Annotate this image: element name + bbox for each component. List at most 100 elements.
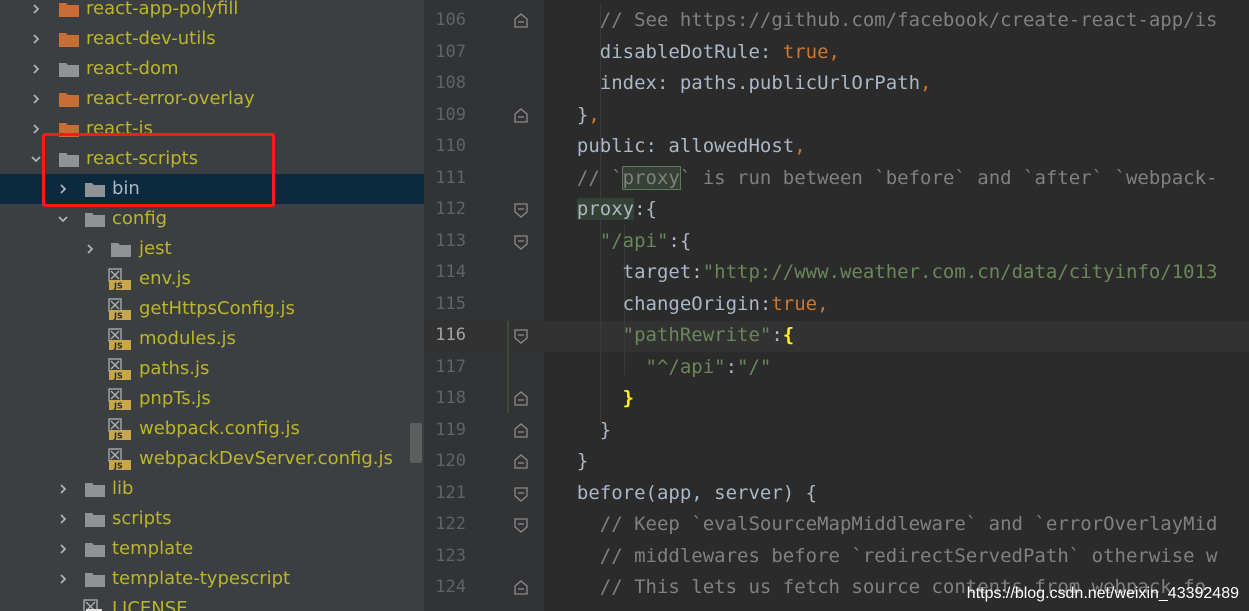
tree-item-lib[interactable]: lib <box>0 474 424 504</box>
code-line: // Keep `evalSourceMapMiddleware` and `e… <box>554 513 1218 535</box>
tree-scrollbar[interactable] <box>410 423 422 463</box>
svg-text:JS: JS <box>113 432 123 441</box>
code-line: // `proxy` is run between `before` and `… <box>554 165 1218 190</box>
tree-item-label: scripts <box>112 508 172 529</box>
tree-item-config[interactable]: config <box>0 204 424 234</box>
tree-item-label: template <box>112 538 194 559</box>
folder-icon <box>58 144 80 174</box>
tree-item-template[interactable]: template <box>0 534 424 564</box>
line-number: 106 <box>435 10 466 30</box>
line-number: 113 <box>435 230 466 251</box>
line-number: 112 <box>435 199 466 219</box>
fold-start-icon[interactable] <box>513 486 529 502</box>
tree-item-bin[interactable]: bin <box>0 174 424 204</box>
code-line: "^/api":"/" <box>554 355 772 378</box>
line-number: 110 <box>435 136 466 156</box>
line-number: 108 <box>435 73 466 93</box>
tree-item-react-dev-utils[interactable]: react-dev-utils <box>0 24 424 54</box>
svg-text:JS: JS <box>113 342 123 351</box>
code-line: before(app, server) { <box>554 481 818 504</box>
fold-end-icon[interactable] <box>513 391 529 407</box>
line-number: 123 <box>435 545 466 566</box>
tree-item-jest[interactable]: jest <box>0 234 424 264</box>
chevron-right-icon[interactable] <box>55 474 71 504</box>
tree-item-label: modules.js <box>139 328 236 349</box>
change-marker <box>507 321 509 413</box>
code-line: changeOrigin:true, <box>554 292 829 315</box>
tree-item-paths-js[interactable]: JS paths.js <box>0 354 424 384</box>
line-number: 115 <box>435 293 466 314</box>
project-tree[interactable]: react-app-polyfill react-dev-utils react-d… <box>0 0 424 611</box>
matched-brace: { <box>782 324 795 346</box>
code-line: // middlewares before `redirectServedPat… <box>554 544 1218 567</box>
chevron-right-icon[interactable] <box>55 534 71 564</box>
chevron-right-icon[interactable] <box>28 0 44 24</box>
chevron-right-icon[interactable] <box>82 234 98 264</box>
tree-item-react-scripts[interactable]: react-scripts <box>0 144 424 174</box>
line-number: 118 <box>435 388 466 408</box>
js-file-icon: JS <box>108 444 132 474</box>
js-file-icon: JS <box>108 324 132 354</box>
chevron-right-icon[interactable] <box>28 114 44 144</box>
fold-start-icon[interactable] <box>513 517 529 533</box>
chevron-down-icon[interactable] <box>55 204 71 234</box>
line-number: 119 <box>435 419 466 440</box>
folder-icon <box>58 114 80 144</box>
tree-item-label: react-app-polyfill <box>86 0 239 19</box>
fold-end-icon[interactable] <box>513 107 529 124</box>
code-line: index: paths.publicUrlOrPath, <box>554 72 932 94</box>
chevron-right-icon[interactable] <box>55 504 71 534</box>
code-line: "pathRewrite":{ <box>554 324 795 346</box>
fold-end-icon[interactable] <box>513 13 529 29</box>
code-line: } <box>554 418 612 441</box>
tree-item-license[interactable]: LICENSE <box>0 594 424 611</box>
tree-item-label: getHttpsConfig.js <box>139 298 295 319</box>
tree-item-webpackdevserver-config-js[interactable]: JS webpackDevServer.config.js <box>0 444 424 474</box>
folder-icon <box>84 564 106 594</box>
folder-icon <box>110 234 132 264</box>
fold-end-icon[interactable] <box>513 454 529 470</box>
tree-item-webpack-config-js[interactable]: JS webpack.config.js <box>0 414 424 444</box>
fold-end-icon[interactable] <box>513 580 529 596</box>
tree-item-template-typescript[interactable]: template-typescript <box>0 564 424 594</box>
line-number: 116 <box>435 325 466 345</box>
svg-text:JS: JS <box>113 282 123 291</box>
tree-item-label: pnpTs.js <box>139 388 211 409</box>
line-number: 120 <box>435 451 466 471</box>
tree-item-gethttpsconfig-js[interactable]: JS getHttpsConfig.js <box>0 294 424 324</box>
watermark-text: https://blog.csdn.net/weixin_43392489 <box>966 585 1239 602</box>
tree-item-react-is[interactable]: react-is <box>0 114 424 144</box>
chevron-right-icon[interactable] <box>28 84 44 114</box>
fold-start-icon[interactable] <box>513 202 529 218</box>
tree-item-scripts[interactable]: scripts <box>0 504 424 534</box>
svg-text:JS: JS <box>113 372 123 381</box>
fold-start-icon[interactable] <box>513 328 529 344</box>
code-line: public: allowedHost, <box>554 135 806 157</box>
fold-start-icon[interactable] <box>513 234 529 250</box>
tree-item-env-js[interactable]: JS env.js <box>0 264 424 294</box>
chevron-down-icon[interactable] <box>28 144 44 174</box>
tree-item-label: webpack.config.js <box>139 418 300 439</box>
tree-item-modules-js[interactable]: JS modules.js <box>0 324 424 354</box>
chevron-right-icon[interactable] <box>55 564 71 594</box>
folder-icon <box>58 84 80 114</box>
chevron-right-icon[interactable] <box>28 24 44 54</box>
text-file-icon <box>82 594 104 611</box>
tree-item-pnpts-js[interactable]: JS pnpTs.js <box>0 384 424 414</box>
tree-item-react-dom[interactable]: react-dom <box>0 54 424 84</box>
line-number: 122 <box>435 514 466 534</box>
tree-item-react-error-overlay[interactable]: react-error-overlay <box>0 84 424 114</box>
tree-item-label: template-typescript <box>112 568 291 589</box>
code-line: } <box>554 383 634 414</box>
tree-item-react-app-polyfill[interactable]: react-app-polyfill <box>0 0 424 24</box>
fold-end-icon[interactable] <box>513 422 529 439</box>
tree-item-label: react-scripts <box>86 148 199 169</box>
code-line: "/api":{ <box>554 229 692 252</box>
svg-text:JS: JS <box>113 312 123 321</box>
line-number: 114 <box>435 262 466 282</box>
chevron-right-icon[interactable] <box>55 174 71 204</box>
chevron-right-icon[interactable] <box>28 54 44 84</box>
js-file-icon: JS <box>108 294 132 324</box>
js-file-icon: JS <box>108 384 132 414</box>
js-file-icon: JS <box>108 264 132 294</box>
